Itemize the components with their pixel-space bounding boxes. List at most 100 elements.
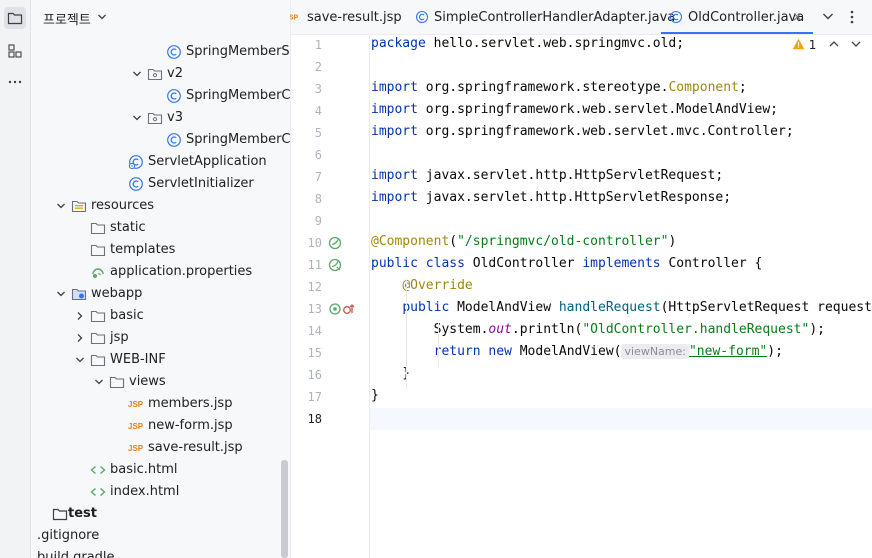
code-token: import: [371, 102, 426, 117]
chevron-down-icon[interactable]: [131, 112, 143, 124]
tree-item-label: SpringMemberSave: [186, 44, 290, 59]
tree-item-label: basic.html: [110, 462, 178, 477]
tree-item[interactable]: .gitignore: [31, 525, 290, 547]
code-token: System.: [371, 322, 489, 337]
chevron-down-icon[interactable]: [74, 354, 86, 366]
chevron-down-icon[interactable]: [131, 68, 143, 80]
test-folder-icon: [52, 508, 68, 521]
tree-item-label: SpringMemberCont: [186, 88, 291, 103]
tree-item-label: static: [110, 220, 146, 235]
chevron-down-icon[interactable]: [822, 9, 834, 23]
editor-tab[interactable]: JSP save-result.jsp: [285, 0, 403, 34]
editor-tab-label: save-result.jsp: [307, 10, 402, 25]
spring-bean-icon[interactable]: [328, 236, 342, 250]
code-token: @Override: [402, 278, 473, 293]
folder-icon: [90, 222, 106, 235]
tree-item-label: members.jsp: [148, 396, 233, 411]
svg-text:JSP: JSP: [128, 400, 144, 409]
tree-item[interactable]: application.properties: [31, 261, 290, 283]
tree-item-label: WEB-INF: [110, 352, 166, 367]
editor-tab[interactable]: SimpleControllerHandlerAdapter.java: [407, 0, 675, 34]
tree-item[interactable]: jsp: [31, 327, 290, 349]
structure-tool-button[interactable]: [4, 40, 26, 62]
line-number-gutter: 1 2 3 4 5 6 7 8 9 10 11 12 13 14 15 16 17 18: [291, 35, 370, 558]
jsp-file-icon: JSP: [128, 422, 144, 431]
chevron-down-icon[interactable]: [93, 376, 105, 388]
tree-item[interactable]: JSP new-form.jsp: [31, 415, 290, 437]
code-line: }: [371, 388, 379, 410]
tree-item[interactable]: WEB-INF: [31, 349, 290, 371]
indent-guide: [406, 279, 407, 389]
chevron-down-icon[interactable]: [97, 13, 107, 21]
folder-icon: [90, 244, 106, 257]
tree-item[interactable]: ServletApplication: [31, 151, 290, 173]
chevron-right-icon[interactable]: [74, 310, 86, 322]
code-line: import org.springframework.stereotype.Co…: [371, 80, 747, 102]
tree-item-label: ServletApplication: [148, 154, 267, 169]
code-token: handleRequest: [558, 300, 661, 315]
folder-icon: [90, 354, 106, 367]
tree-item[interactable]: v2: [31, 63, 290, 85]
tree-item[interactable]: test: [31, 503, 290, 525]
inspection-widget[interactable]: 1: [792, 38, 862, 52]
code-token: ;: [738, 80, 747, 95]
close-tab-icon[interactable]: ×: [792, 10, 803, 25]
more-vertical-icon[interactable]: [847, 9, 857, 25]
tree-item[interactable]: templates: [31, 239, 290, 261]
editor-tab[interactable]: OldController.java ×: [661, 0, 813, 34]
implements-method-icon[interactable]: [342, 302, 356, 316]
code-token: org.springframework.web.servlet.ModelAnd…: [425, 102, 778, 117]
project-panel-title[interactable]: 프로젝트: [43, 9, 91, 28]
chevron-up-icon[interactable]: [828, 39, 840, 49]
tree-item-label: basic: [110, 308, 144, 323]
project-tool-button[interactable]: [4, 7, 26, 29]
code-line: import javax.servlet.http.HttpServletReq…: [371, 168, 723, 190]
code-token: import: [371, 168, 426, 183]
line-number: 1: [314, 38, 322, 52]
spring-boot-class-icon: [128, 155, 143, 170]
chevron-right-icon[interactable]: [74, 332, 86, 344]
folder-icon: [90, 310, 106, 323]
tree-item-label: save-result.jsp: [148, 440, 243, 455]
tree-item[interactable]: SpringMemberCont: [31, 129, 290, 151]
more-tools-button[interactable]: [4, 71, 26, 93]
chevron-down-icon[interactable]: [55, 288, 67, 300]
chevron-down-icon[interactable]: [850, 39, 862, 49]
tree-item[interactable]: static: [31, 217, 290, 239]
tree-item[interactable]: basic.html: [31, 459, 290, 481]
tree-item-label: templates: [110, 242, 176, 257]
line-number: 9: [314, 214, 322, 228]
tree-item[interactable]: build.gradle: [31, 547, 290, 558]
tree-item[interactable]: SpringMemberSave: [31, 41, 290, 63]
tree-item[interactable]: SpringMemberCont: [31, 85, 290, 107]
code-token: }: [371, 366, 411, 381]
class-icon: [669, 10, 683, 24]
project-scrollbar[interactable]: [281, 460, 288, 558]
tree-item[interactable]: index.html: [31, 481, 290, 503]
spring-bean-icon[interactable]: [328, 258, 342, 272]
chevron-down-icon[interactable]: [55, 200, 67, 212]
tree-item[interactable]: resources: [31, 195, 290, 217]
code-token: public: [402, 300, 458, 315]
code-editor[interactable]: package hello.servlet.web.springmvc.old;…: [371, 35, 872, 558]
line-number: 17: [307, 390, 322, 404]
tree-item[interactable]: JSP save-result.jsp: [31, 437, 290, 459]
tree-item[interactable]: basic: [31, 305, 290, 327]
tree-item-label: v3: [167, 110, 183, 125]
code-token: Controller {: [668, 256, 763, 271]
class-icon: [167, 89, 181, 103]
tree-item-label: jsp: [110, 330, 129, 345]
tree-item[interactable]: JSP members.jsp: [31, 393, 290, 415]
line-number: 18: [307, 412, 322, 426]
tree-item[interactable]: ServletInitializer: [31, 173, 290, 195]
tree-item[interactable]: v3: [31, 107, 290, 129]
tree-item[interactable]: webapp: [31, 283, 290, 305]
folder-icon: [90, 332, 106, 345]
line-number: 3: [314, 82, 322, 96]
spring-bean-icon[interactable]: [328, 302, 342, 316]
code-line: }: [371, 366, 410, 388]
code-line: import org.springframework.web.servlet.m…: [371, 124, 794, 146]
tree-item[interactable]: views: [31, 371, 290, 393]
tree-item-label: index.html: [110, 484, 180, 499]
